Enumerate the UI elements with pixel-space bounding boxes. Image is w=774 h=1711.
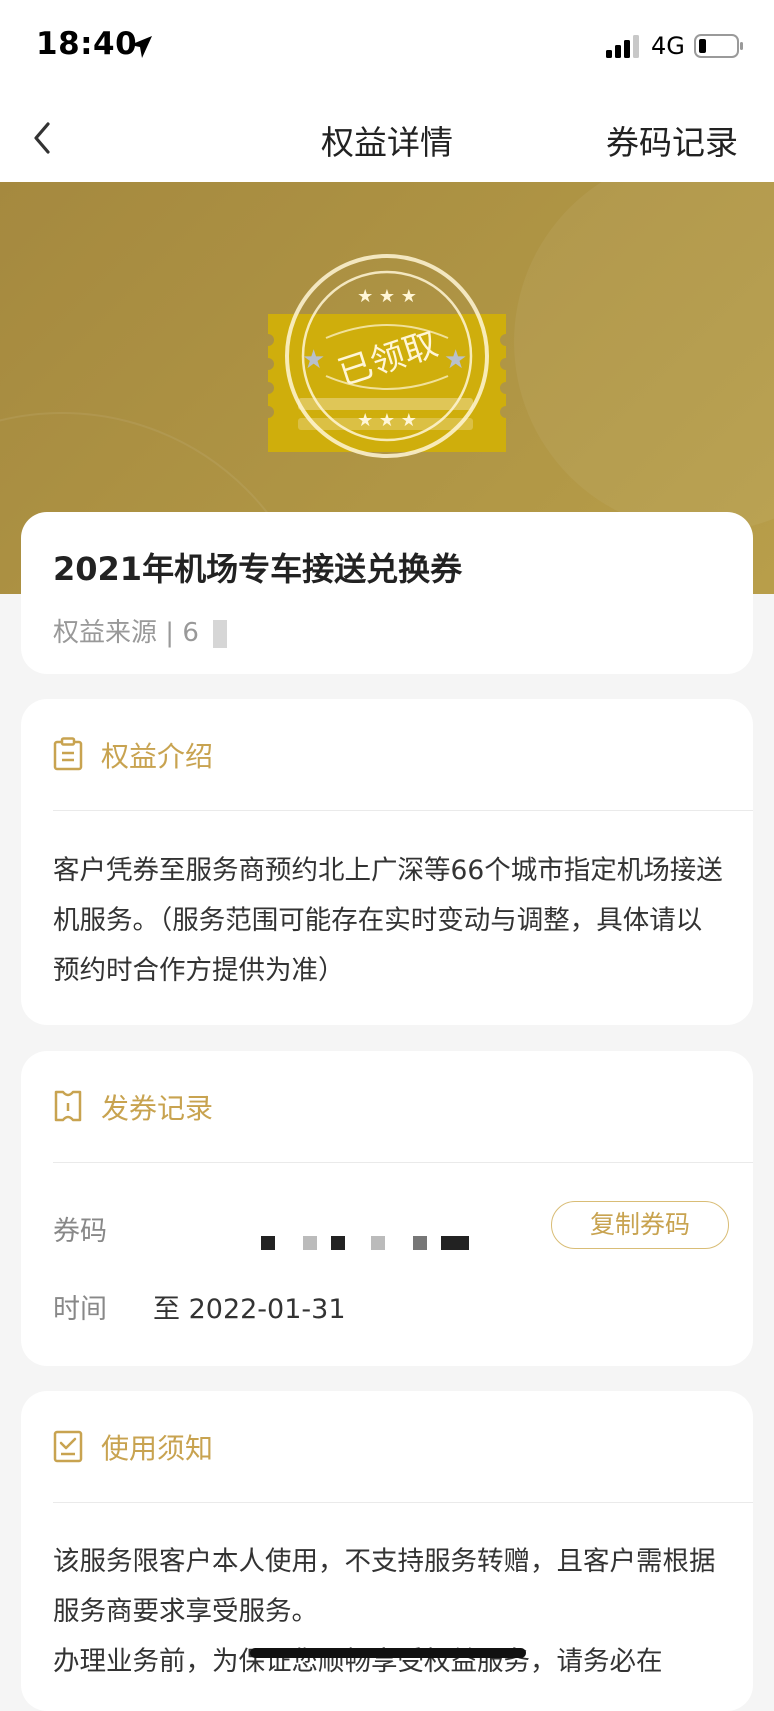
- svg-text:★: ★: [302, 345, 325, 375]
- intro-text: 客户凭券至服务商预约北上广深等66个城市指定机场接送机服务。（服务范围可能存在实…: [53, 855, 723, 986]
- usage-line: 办理业务前，为保证您顺畅享受权益服务，请务必在: [53, 1646, 663, 1677]
- location-arrow-icon: [130, 36, 152, 58]
- divider: [53, 1162, 753, 1163]
- usage-line: 该服务限客户本人使用，不支持服务转赠，且客户需根据服务商要求享受服务。: [53, 1546, 716, 1627]
- banner-decoration: [514, 182, 774, 532]
- svg-text:★ ★ ★: ★ ★ ★: [357, 286, 417, 307]
- coupon-stamp-graphic: ★ ★ ★ ★ ★ ★ ★ ★ 已领取: [268, 254, 506, 458]
- benefit-title: 2021年机场专车接送兑换券: [53, 550, 463, 588]
- copy-code-button[interactable]: 复制券码: [551, 1201, 729, 1249]
- divider: [53, 1502, 753, 1503]
- time-label: 时间: [53, 1294, 107, 1325]
- section-title: 发券记录: [101, 1092, 214, 1125]
- coupon-code-label: 券码: [53, 1216, 107, 1247]
- nav-bar: 权益详情 券码记录: [0, 96, 774, 182]
- status-time: 18:40: [36, 26, 138, 62]
- divider: [53, 810, 753, 811]
- svg-text:★: ★: [444, 345, 467, 375]
- source-value: 6: [182, 618, 199, 648]
- source-separator: |: [165, 618, 175, 648]
- usage-notes-card: 使用须知 该服务限客户本人使用，不支持服务转赠，且客户需根据服务商要求享受服务。…: [21, 1391, 753, 1711]
- coupon-code-records-link[interactable]: 券码记录: [606, 116, 738, 164]
- home-indicator: [250, 1648, 526, 1658]
- clipboard-icon: [53, 737, 83, 771]
- cellular-signal-icon: [606, 35, 639, 58]
- issue-record-card: 发券记录 券码 复制券码 时间 至 2022-01-31: [21, 1051, 753, 1366]
- svg-text:★ ★ ★: ★ ★ ★: [357, 410, 417, 431]
- network-type: 4G: [651, 32, 685, 60]
- benefit-summary-card: 2021年机场专车接送兑换券 权益来源 | 6: [21, 512, 753, 674]
- redacted-mask: [212, 619, 227, 648]
- status-bar: 18:40 4G: [0, 0, 774, 96]
- checklist-icon: [53, 1430, 83, 1463]
- usage-text: 该服务限客户本人使用，不支持服务转赠，且客户需根据服务商要求享受服务。 办理业务…: [53, 1537, 723, 1687]
- expiry-date: 至 2022-01-31: [153, 1294, 346, 1325]
- section-title: 权益介绍: [101, 740, 214, 773]
- benefit-source: 权益来源 | 6: [53, 612, 227, 649]
- section-title: 使用须知: [101, 1432, 214, 1465]
- battery-icon: [694, 34, 743, 58]
- source-label: 权益来源: [53, 618, 158, 648]
- ticket-icon: [54, 1090, 82, 1122]
- benefit-intro-card: 权益介绍 客户凭券至服务商预约北上广深等66个城市指定机场接送机服务。（服务范围…: [21, 699, 753, 1025]
